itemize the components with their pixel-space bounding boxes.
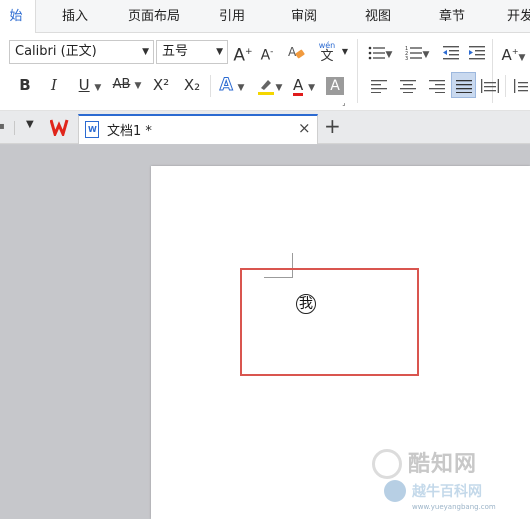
indent-icon	[469, 45, 485, 59]
watermark-logo-icon	[372, 449, 402, 479]
character-shading-label: A	[326, 76, 344, 95]
chevron-down-icon: ▼	[518, 53, 526, 63]
font-color-button[interactable]: A ▼	[287, 73, 321, 97]
chevron-down-icon: ▼	[216, 47, 223, 57]
tab-start[interactable]: 始	[0, 0, 36, 34]
align-right-button[interactable]	[425, 73, 449, 97]
tab-view[interactable]: 视图	[352, 0, 404, 33]
separator	[14, 121, 15, 135]
italic-button[interactable]: I	[43, 73, 65, 97]
underline-button[interactable]: U ▼	[73, 73, 107, 97]
tab-developer[interactable]: 开发	[494, 0, 530, 33]
grow-font-button[interactable]: A+	[233, 40, 253, 66]
document-title: 文档1 *	[107, 124, 152, 139]
separator	[357, 39, 358, 103]
highlight-button[interactable]: ▼	[251, 73, 287, 97]
watermark-url: www.yueyangbang.com	[412, 503, 496, 511]
strikethrough-label: AB	[112, 77, 131, 92]
watermark-secondary: 越牛百科网	[412, 484, 482, 500]
increase-indent-button[interactable]	[466, 40, 488, 64]
align-left-button[interactable]	[367, 73, 391, 97]
close-tab-icon[interactable]: ×	[298, 119, 311, 137]
outdent-icon	[443, 45, 459, 59]
strikethrough-button[interactable]: AB ▼	[108, 73, 146, 97]
subscript-button[interactable]: X₂	[179, 73, 205, 97]
tab-sections[interactable]: 章节	[426, 0, 478, 33]
watermark-brand: 酷知网	[408, 452, 478, 477]
align-right-icon	[429, 79, 445, 93]
chevron-down-icon: ▼	[308, 83, 315, 93]
chevron-down-icon: ▼	[385, 50, 393, 60]
chevron-down-icon: ▼	[275, 83, 283, 93]
scroll-left-icon[interactable]: ▪	[0, 121, 5, 133]
grow-font-label: A	[233, 45, 246, 66]
shrink-font-button[interactable]: A-	[257, 40, 277, 64]
ribbon: Calibri (正文) ▼ 五号 ▼ A+ A- A wén 文 ▼ ▼ 1 …	[0, 33, 530, 111]
highlight-box	[240, 268, 419, 376]
justify-button[interactable]	[451, 72, 476, 98]
justify-icon	[455, 79, 472, 93]
chevron-down-icon: ▼	[142, 47, 149, 57]
superscript-button[interactable]: X²	[148, 73, 174, 97]
underline-label: U	[78, 76, 90, 94]
svg-text:A: A	[288, 45, 297, 59]
word-w-glyph: W	[88, 125, 97, 134]
highlighter-icon	[257, 79, 274, 95]
align-center-button[interactable]	[396, 73, 420, 97]
numbered-list-icon: 1 2 3	[405, 46, 422, 62]
line-spacing-icon	[514, 78, 528, 93]
bullet-list-button[interactable]: ▼	[364, 40, 396, 64]
chevron-down-icon: ▼	[422, 50, 430, 60]
plus-icon: +	[511, 47, 519, 56]
line-spacing-button[interactable]	[512, 73, 530, 97]
align-left-icon	[371, 79, 387, 93]
phonetic-guide-button[interactable]: wén 文	[314, 38, 340, 66]
text-effects-label: A	[219, 75, 233, 96]
bold-button[interactable]: B	[14, 73, 36, 97]
text-size-button[interactable]: A+▼	[497, 40, 530, 64]
wps-logo-svg	[49, 119, 69, 139]
enclosed-character[interactable]: 我	[296, 294, 316, 314]
watermark-secondary-logo-icon	[384, 480, 406, 502]
font-size-combo[interactable]: 五号 ▼	[156, 40, 228, 64]
wps-logo-icon[interactable]	[49, 118, 72, 139]
text-effects-button[interactable]: A ▼	[215, 73, 249, 97]
shrink-font-label: A	[260, 47, 271, 64]
chevron-down-icon[interactable]: ▼	[340, 40, 350, 64]
tab-page-layout[interactable]: 页面布局	[116, 0, 192, 33]
eraser-icon: A	[288, 45, 305, 59]
minus-icon: -	[270, 47, 274, 57]
text-size-label: A	[501, 46, 512, 64]
phonetic-bottom: 文	[320, 49, 334, 64]
plus-icon: +	[245, 47, 253, 57]
document-tab-bar: ▪ ▼ W 文档1 * × +	[0, 111, 530, 144]
chevron-down-icon: ▼	[134, 81, 142, 91]
distributed-align-icon	[481, 78, 499, 93]
distributed-align-button[interactable]	[478, 73, 502, 97]
tab-insert[interactable]: 插入	[50, 0, 100, 33]
tab-references[interactable]: 引用	[206, 0, 258, 33]
character-shading-button[interactable]: A	[322, 73, 348, 97]
align-center-icon	[400, 79, 416, 93]
chevron-down-icon: ▼	[237, 83, 245, 93]
font-name-combo[interactable]: Calibri (正文) ▼	[9, 40, 154, 64]
tab-menu-dropdown-icon[interactable]: ▼	[26, 119, 34, 130]
chevron-down-icon: ▼	[94, 83, 102, 93]
tab-review[interactable]: 审阅	[278, 0, 330, 33]
clear-format-button[interactable]: A	[285, 40, 307, 64]
menu-bar: 始 插入 页面布局 引用 审阅 视图 章节 开发	[0, 0, 530, 34]
bullet-list-icon	[368, 46, 385, 59]
separator	[505, 75, 506, 97]
separator	[210, 75, 211, 97]
font-color-label: A	[293, 76, 304, 96]
numbered-list-button[interactable]: 1 2 3 ▼	[400, 40, 434, 64]
svg-text:3: 3	[405, 56, 408, 61]
font-dialog-launcher-icon[interactable]: ⌟	[340, 99, 348, 107]
font-size-value: 五号	[162, 44, 189, 59]
word-document-icon: W	[85, 121, 99, 138]
decrease-indent-button[interactable]	[440, 40, 462, 64]
new-tab-button[interactable]: +	[324, 115, 341, 137]
font-name-value: Calibri (正文)	[15, 44, 97, 59]
document-tab[interactable]: W 文档1 * ×	[78, 114, 318, 144]
